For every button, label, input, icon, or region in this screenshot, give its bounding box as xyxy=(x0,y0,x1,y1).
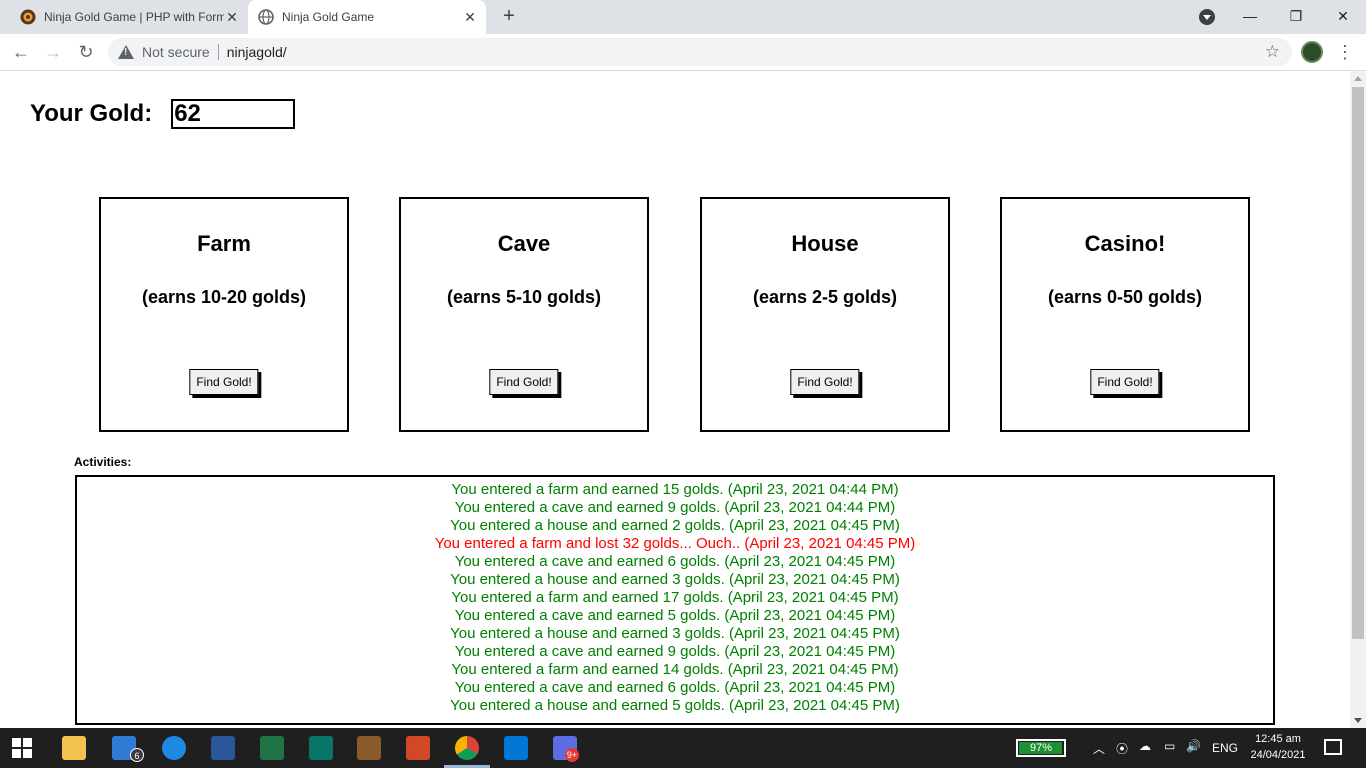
file-explorer-icon[interactable] xyxy=(62,736,86,760)
reload-icon[interactable]: ↻ xyxy=(74,40,98,64)
close-window-icon[interactable]: ✕ xyxy=(1320,4,1366,28)
casino-find-gold-button[interactable]: Find Gold! xyxy=(1090,369,1160,395)
powerpoint-icon[interactable] xyxy=(406,736,430,760)
farm-find-gold-button[interactable]: Find Gold! xyxy=(189,369,259,395)
globe-icon xyxy=(258,9,274,25)
minimize-icon[interactable]: — xyxy=(1227,4,1273,28)
profile-avatar[interactable] xyxy=(1301,41,1323,63)
publisher-icon[interactable] xyxy=(309,736,333,760)
activity-entry: You entered a cave and earned 9 golds. (… xyxy=(454,643,896,660)
windows-taskbar: 6 9+ 97% ︿ ⦿ ☁ ▭ 🔊 ENG 12:45 am 24/04/20… xyxy=(0,728,1366,768)
edge-browser-icon[interactable] xyxy=(162,736,186,760)
activity-entry: You entered a house and earned 5 golds. … xyxy=(450,697,900,714)
activity-entry: You entered a cave and earned 5 golds. (… xyxy=(454,607,896,624)
close-tab-icon[interactable]: ✕ xyxy=(462,9,478,25)
show-hidden-icons-chevron-icon[interactable]: ︿ xyxy=(1093,740,1105,757)
onedrive-cloud-icon[interactable]: ☁ xyxy=(1139,739,1151,753)
language-indicator[interactable]: ENG xyxy=(1212,741,1238,755)
scroll-thumb[interactable] xyxy=(1352,87,1364,639)
bookmark-star-icon[interactable]: ☆ xyxy=(1265,42,1280,62)
browser-toolbar: ← → ↻ Not secure ninjagold/ ☆ ⋮ xyxy=(0,34,1366,71)
word-icon[interactable] xyxy=(211,736,235,760)
bible-app-icon[interactable] xyxy=(357,736,381,760)
activity-entry: You entered a house and earned 3 golds. … xyxy=(450,625,900,642)
location-earnings: (earns 5-10 golds) xyxy=(446,287,602,307)
farm-card: Farm (earns 10-20 golds) Find Gold! xyxy=(99,197,349,432)
location-earnings: (earns 10-20 golds) xyxy=(141,287,307,307)
tab-ninja-gold-game[interactable]: Ninja Gold Game ✕ xyxy=(248,0,486,34)
tab-title: Ninja Gold Game xyxy=(282,10,375,24)
excel-icon[interactable] xyxy=(260,736,284,760)
activities-label: Activities: xyxy=(74,455,132,469)
volume-icon[interactable]: 🔊 xyxy=(1186,739,1201,753)
location-earnings: (earns 0-50 golds) xyxy=(1047,287,1203,307)
tab-strip: Ninja Gold Game | PHP with Form ✕ Ninja … xyxy=(0,0,1366,34)
tab-ninja-gold-php[interactable]: Ninja Gold Game | PHP with Form ✕ xyxy=(10,0,248,34)
battery-indicator[interactable]: 97% xyxy=(1016,739,1066,757)
casino-card: Casino! (earns 0-50 golds) Find Gold! xyxy=(1000,197,1250,432)
chrome-icon[interactable] xyxy=(455,736,479,760)
scroll-up-arrow-icon[interactable] xyxy=(1354,76,1362,81)
restore-icon[interactable]: ❐ xyxy=(1273,4,1319,28)
clock-time: 12:45 am xyxy=(1255,733,1301,745)
address-bar[interactable]: Not secure ninjagold/ ☆ xyxy=(108,38,1292,66)
location-name: Casino! xyxy=(1084,231,1166,256)
cave-find-gold-button[interactable]: Find Gold! xyxy=(489,369,559,395)
gold-label: Your Gold: xyxy=(30,100,153,127)
house-card: House (earns 2-5 golds) Find Gold! xyxy=(700,197,950,432)
activity-entry: You entered a cave and earned 6 golds. (… xyxy=(454,679,896,696)
location-earnings: (earns 2-5 golds) xyxy=(752,287,898,307)
site-favicon-icon xyxy=(20,9,36,25)
mail-badge: 6 xyxy=(130,748,144,762)
meet-now-icon[interactable]: ⦿ xyxy=(1116,740,1128,757)
gold-value-field: 62 xyxy=(171,99,296,129)
back-arrow-icon[interactable]: ← xyxy=(9,40,33,64)
system-clock[interactable]: 12:45 am 24/04/2021 xyxy=(1244,731,1312,763)
scroll-down-arrow-icon[interactable] xyxy=(1354,718,1362,723)
activity-entry: You entered a farm and earned 14 golds. … xyxy=(451,661,899,678)
activity-entry: You entered a house and earned 2 golds. … xyxy=(450,517,900,534)
activity-entry: You entered a farm and lost 32 golds... … xyxy=(434,535,916,552)
close-tab-icon[interactable]: ✕ xyxy=(224,9,240,25)
warning-triangle-icon[interactable] xyxy=(118,45,134,59)
activity-entry: You entered a house and earned 3 golds. … xyxy=(450,571,900,588)
vscode-icon[interactable] xyxy=(504,736,528,760)
chat-badge: 9+ xyxy=(565,748,579,762)
activity-entry: You entered a cave and earned 6 golds. (… xyxy=(454,553,896,570)
location-name: House xyxy=(791,231,859,256)
divider xyxy=(217,44,219,60)
activity-entry: You entered a cave and earned 9 golds. (… xyxy=(454,499,896,516)
activity-entry: You entered a farm and earned 15 golds. … xyxy=(451,481,899,498)
clock-date: 24/04/2021 xyxy=(1250,749,1306,761)
battery-label: 97% xyxy=(1029,742,1053,754)
cave-card: Cave (earns 5-10 golds) Find Gold! xyxy=(399,197,649,432)
new-tab-plus-icon[interactable]: + xyxy=(498,6,520,28)
battery-tray-icon[interactable]: ▭ xyxy=(1164,739,1175,753)
house-find-gold-button[interactable]: Find Gold! xyxy=(790,369,860,395)
forward-arrow-icon[interactable]: → xyxy=(41,40,65,64)
security-label[interactable]: Not secure xyxy=(142,44,210,60)
page-viewport: Your Gold: 62 Farm (earns 10-20 golds) F… xyxy=(0,71,1350,728)
activities-log[interactable]: You entered a farm and earned 15 golds. … xyxy=(75,475,1275,725)
tab-title: Ninja Gold Game | PHP with Form xyxy=(44,10,224,24)
tab-search-dropdown-icon[interactable] xyxy=(1199,9,1215,25)
windows-start-icon[interactable] xyxy=(12,738,32,758)
menu-kebab-icon[interactable]: ⋮ xyxy=(1336,40,1354,64)
location-name: Cave xyxy=(497,231,551,256)
url-text[interactable]: ninjagold/ xyxy=(227,44,287,60)
gold-row: Your Gold: 62 xyxy=(30,99,296,129)
activity-entry: You entered a farm and earned 17 golds. … xyxy=(451,589,899,606)
page-scrollbar[interactable] xyxy=(1350,71,1366,728)
location-name: Farm xyxy=(197,231,251,256)
notifications-icon[interactable] xyxy=(1324,739,1342,755)
